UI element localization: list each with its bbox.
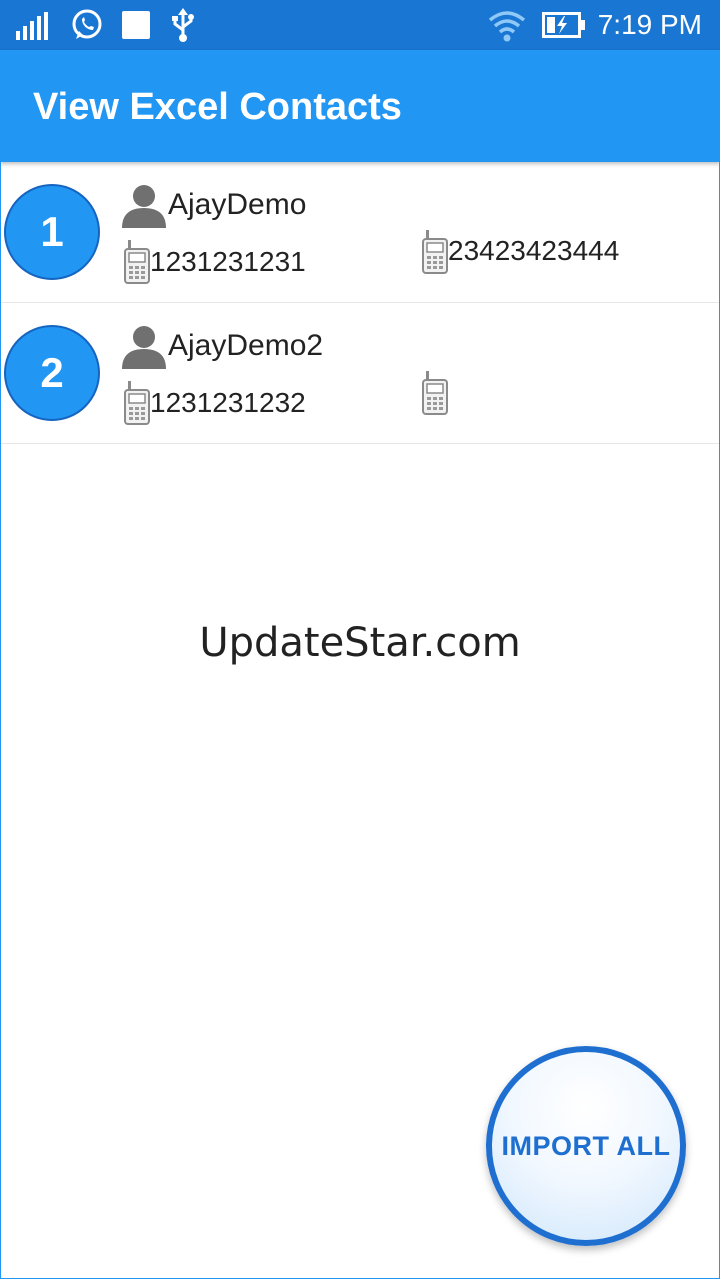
app-bar: View Excel Contacts	[0, 50, 720, 162]
contact-name: AjayDemo2	[168, 329, 324, 362]
import-all-label: IMPORT ALL	[501, 1130, 671, 1161]
notification-square-icon	[122, 11, 150, 39]
contact-index-badge: 1	[4, 184, 100, 280]
contact-name: AjayDemo	[168, 188, 307, 221]
watermark-text: UpdateStar.com	[199, 620, 521, 666]
battery-charging-icon	[542, 12, 585, 38]
person-icon	[122, 185, 166, 228]
contact-row-1[interactable]: 1 AjayDemo 1231231231 23423423444	[1, 162, 719, 303]
contact-row-2[interactable]: 2 AjayDemo2 1231231232	[1, 303, 719, 444]
person-icon	[122, 326, 166, 369]
usb-icon	[172, 8, 194, 42]
contact-phone-2: 23423423444	[448, 235, 620, 266]
status-time: 7:19 PM	[597, 9, 702, 40]
wifi-icon	[488, 11, 526, 42]
contact-index-badge: 2	[4, 325, 100, 421]
signal-icon	[16, 12, 48, 40]
whatsapp-icon	[72, 9, 102, 39]
status-bar: 7:19 PM	[0, 0, 720, 50]
mobile-phone-icon	[124, 381, 150, 425]
contact-phone-1: 1231231231	[150, 246, 306, 277]
mobile-phone-icon	[422, 371, 448, 415]
mobile-phone-icon	[124, 240, 150, 284]
import-all-button[interactable]: IMPORT ALL	[486, 1046, 686, 1246]
mobile-phone-icon	[422, 230, 448, 274]
page-title: View Excel Contacts	[33, 86, 402, 128]
contact-phone-1: 1231231232	[150, 387, 306, 418]
